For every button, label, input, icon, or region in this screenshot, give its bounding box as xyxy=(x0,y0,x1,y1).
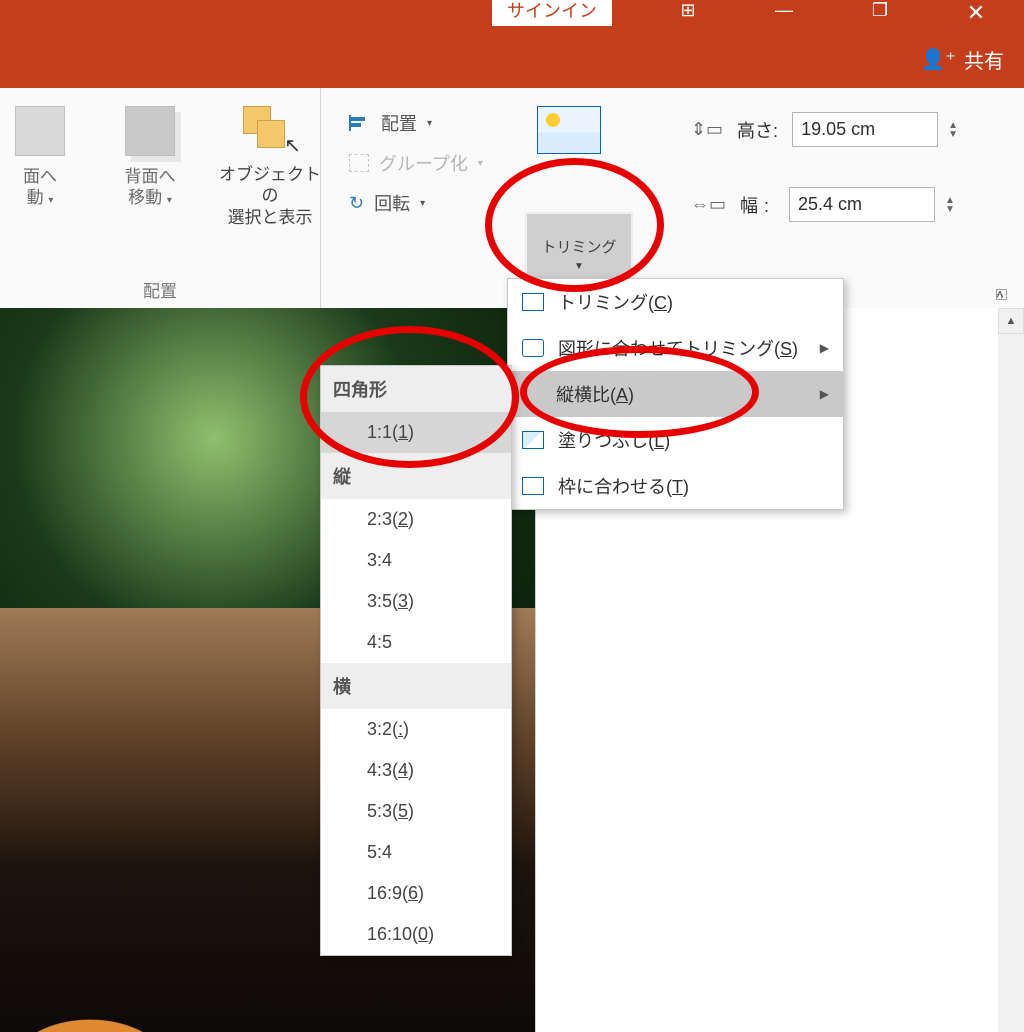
width-label: 幅: xyxy=(740,192,775,218)
aspect-3-5[interactable]: 3:5(3) xyxy=(321,581,511,622)
group-label: グループ化 xyxy=(379,150,468,176)
width-spinner[interactable]: ▲▼ xyxy=(945,196,955,214)
menu-crop-label: トリミング(C) xyxy=(558,293,673,313)
rotate-icon: ↻ xyxy=(349,193,364,214)
align-label: 配置 xyxy=(381,110,417,136)
menu-shape-label: 図形に合わせてトリミング(S) xyxy=(558,335,798,361)
submenu-arrow-icon: ▶ xyxy=(820,387,829,401)
group-icon xyxy=(349,154,369,172)
aspect-cat-square: 四角形 xyxy=(321,366,511,412)
minimize-icon[interactable]: — xyxy=(760,0,808,21)
menu-aspect-ratio[interactable]: 縦横比(A) ▶ xyxy=(508,371,843,417)
share-icon: 👤⁺ xyxy=(921,47,956,72)
aspect-4-3[interactable]: 4:3(4) xyxy=(321,750,511,791)
selection-pane-icon: ↖ xyxy=(243,106,297,154)
send-backward-icon xyxy=(125,106,175,156)
crop-label: トリミング xyxy=(541,236,616,257)
send-backward-label1: 背面へ xyxy=(125,167,176,186)
menu-crop-to-shape[interactable]: 図形に合わせてトリミング(S) ▶ xyxy=(508,325,843,371)
group-button: グループ化 ▾ xyxy=(349,150,483,176)
restore-icon[interactable]: ❐ xyxy=(856,0,904,21)
send-backward-label2: 移動 xyxy=(128,188,162,207)
aspect-3-2[interactable]: 3:2(:) xyxy=(321,709,511,750)
submenu-arrow-icon: ▶ xyxy=(820,341,829,355)
rotate-button[interactable]: ↻回転 ▾ xyxy=(349,190,483,216)
selection-pane-label2: 選択と表示 xyxy=(228,208,313,227)
share-button[interactable]: 👤⁺ 共有 xyxy=(921,45,1004,74)
height-input[interactable]: 19.05 cm xyxy=(792,112,938,147)
aspect-3-4[interactable]: 3:4 xyxy=(321,540,511,581)
aspect-2-3[interactable]: 2:3(2) xyxy=(321,499,511,540)
aspect-1-1[interactable]: 1:1(1) xyxy=(321,412,511,453)
menu-crop[interactable]: トリミング(C) xyxy=(508,279,843,325)
ribbon: 面へ動 ▾ 背面へ移動 ▾ ↖ オブジェクトの選択と表示 配置 xyxy=(0,88,1024,309)
share-label: 共有 xyxy=(964,45,1004,74)
height-spinner[interactable]: ▲▼ xyxy=(948,121,958,139)
menu-fill-label: 塗りつぶし(L) xyxy=(558,427,670,453)
aspect-16-9[interactable]: 16:9(6) xyxy=(321,873,511,914)
rotate-label: 回転 xyxy=(374,190,410,216)
menu-fit[interactable]: 枠に合わせる(T) xyxy=(508,463,843,509)
height-label: 高さ: xyxy=(737,117,778,143)
menu-fill[interactable]: 塗りつぶし(L) xyxy=(508,417,843,463)
shape-icon xyxy=(522,339,544,357)
scroll-up-icon[interactable]: ▲ xyxy=(998,308,1024,334)
aspect-cat-landscape: 横 xyxy=(321,663,511,709)
title-bar: サインイン ⊞ — ❐ ✕ 👤⁺ 共有 xyxy=(0,0,1024,88)
fit-icon xyxy=(522,477,544,495)
width-input[interactable]: 25.4 cm xyxy=(789,187,935,222)
collapse-ribbon-icon[interactable]: ˄ xyxy=(996,286,1004,302)
bring-forward-label2: 動 xyxy=(27,188,44,207)
selection-pane-button[interactable]: ↖ オブジェクトの選択と表示 xyxy=(215,106,325,228)
crop-preview-icon xyxy=(537,106,601,154)
width-icon: ⇔▭ xyxy=(691,194,726,215)
dropdown-arrow-icon: ▼ xyxy=(574,261,584,272)
height-icon: ⇕▭ xyxy=(691,119,723,140)
align-icon xyxy=(349,115,371,131)
aspect-ratio-menu: 四角形 1:1(1) 縦 2:3(2) 3:4 3:5(3) 4:5 横 3:2… xyxy=(320,365,512,956)
crop-menu: トリミング(C) 図形に合わせてトリミング(S) ▶ 縦横比(A) ▶ 塗りつぶ… xyxy=(507,278,844,510)
aspect-5-4[interactable]: 5:4 xyxy=(321,832,511,873)
send-backward-button[interactable]: 背面へ移動 ▾ xyxy=(105,106,195,228)
aspect-cat-portrait: 縦 xyxy=(321,453,511,499)
selection-pane-label1: オブジェクトの xyxy=(219,165,321,205)
aspect-16-10[interactable]: 16:10(0) xyxy=(321,914,511,955)
align-button[interactable]: 配置 ▾ xyxy=(349,110,483,136)
bring-forward-button[interactable]: 面へ動 ▾ xyxy=(0,106,85,228)
vertical-scrollbar[interactable]: ▲ xyxy=(998,308,1024,1032)
crop-icon xyxy=(522,293,544,311)
close-icon[interactable]: ✕ xyxy=(952,0,1000,26)
bring-forward-icon xyxy=(15,106,65,156)
arrange-group-label: 配置 xyxy=(143,277,177,304)
fill-icon xyxy=(522,431,544,449)
ribbon-options-icon[interactable]: ⊞ xyxy=(664,0,712,21)
bring-forward-label1: 面へ xyxy=(23,167,57,186)
menu-aspect-label: 縦横比(A) xyxy=(556,381,634,407)
aspect-5-3[interactable]: 5:3(5) xyxy=(321,791,511,832)
signin-button[interactable]: サインイン xyxy=(492,0,612,26)
menu-fit-label: 枠に合わせる(T) xyxy=(558,473,689,499)
aspect-4-5[interactable]: 4:5 xyxy=(321,622,511,663)
